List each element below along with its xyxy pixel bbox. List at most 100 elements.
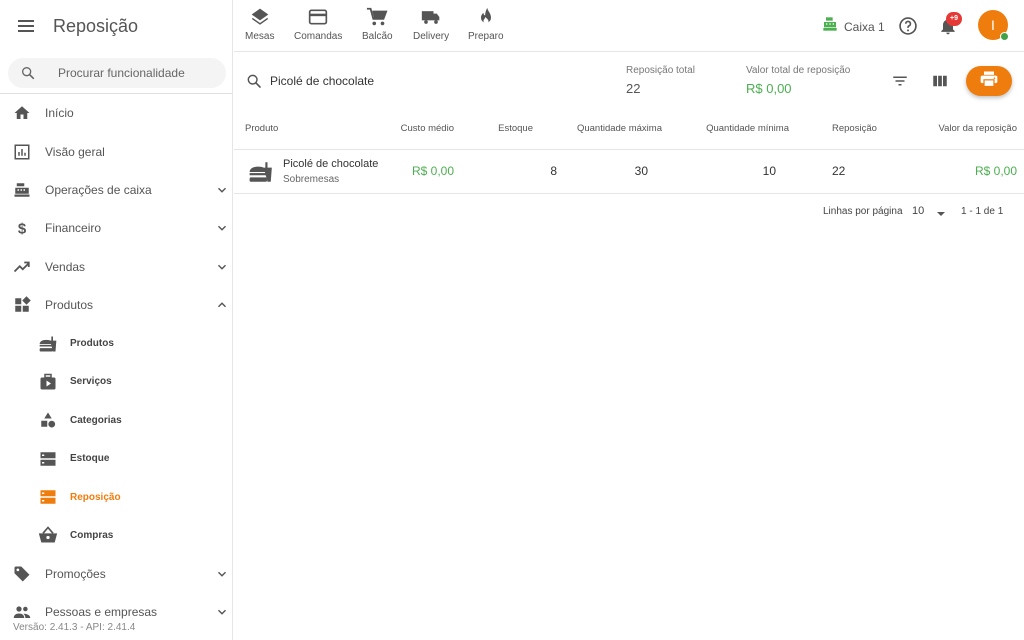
- sidebar-item-visao-geral[interactable]: Visão geral: [0, 132, 232, 170]
- column-header-quantidade-maxima[interactable]: Quantidade máxima: [577, 123, 662, 134]
- svg-text:$: $: [18, 221, 27, 238]
- top-bar: Mesas Comandas Balcão Delivery Preparo C…: [234, 0, 1024, 52]
- cash-register-icon: [12, 180, 32, 200]
- sidebar-subitem-categorias[interactable]: Categorias: [0, 401, 232, 439]
- quick-action-label: Comandas: [294, 31, 343, 42]
- table-row[interactable]: Picolé de chocolate Sobremesas R$ 0,00 8…: [234, 150, 1024, 194]
- fire-icon: [475, 6, 497, 28]
- cash-register-icon: [822, 16, 838, 37]
- sidebar-item-label: Reposição: [70, 491, 121, 503]
- video-box-icon: [38, 372, 58, 392]
- sidebar-item-label: Serviços: [70, 376, 112, 388]
- stat-value: R$ 0,00: [746, 81, 792, 96]
- card-icon: [307, 6, 329, 28]
- sidebar-item-label: Produtos: [45, 298, 94, 313]
- shapes-icon: [38, 410, 58, 430]
- sidebar-item-label: Vendas: [45, 259, 86, 274]
- cell-quantidade-maxima: 30: [634, 164, 648, 178]
- column-header-custo-medio[interactable]: Custo médio: [401, 123, 454, 134]
- stat-reposicao-total: Reposição total 22: [626, 65, 695, 96]
- chevron-down-icon: [215, 221, 229, 235]
- dashboard-icon: [12, 295, 32, 315]
- column-header-quantidade-minima[interactable]: Quantidade mínima: [706, 123, 789, 134]
- print-button[interactable]: [966, 66, 1012, 96]
- caixa-selector[interactable]: Caixa 1: [822, 16, 885, 37]
- stat-value: 22: [626, 81, 641, 96]
- sidebar-subitem-reposicao[interactable]: Reposição: [0, 478, 232, 516]
- sidebar-item-label: Início: [45, 106, 74, 121]
- cell-estoque: 8: [550, 164, 557, 178]
- sidebar: Reposição Início Visão geral Operações d…: [0, 0, 233, 640]
- sidebar-item-label: Operações de caixa: [45, 182, 152, 197]
- online-status-indicator: [1000, 32, 1009, 41]
- tag-icon: [12, 564, 32, 584]
- sidebar-item-label: Promoções: [45, 566, 106, 581]
- search-icon: [20, 65, 36, 81]
- sidebar-header: Reposição: [0, 0, 232, 52]
- cell-quantidade-minima: 10: [762, 164, 776, 178]
- truck-icon: [420, 6, 442, 28]
- basket-icon: [38, 525, 58, 545]
- column-header-estoque[interactable]: Estoque: [498, 123, 533, 134]
- print-icon: [979, 69, 999, 94]
- table-header: Produto Custo médio Estoque Quantidade m…: [234, 110, 1024, 150]
- quick-action-comandas[interactable]: Comandas: [294, 6, 342, 42]
- cell-valor-da-reposicao: R$ 0,00: [974, 164, 1017, 178]
- fastfood-icon: [248, 159, 274, 185]
- storage-icon: [38, 449, 58, 469]
- trending-up-icon: [12, 257, 32, 277]
- home-icon: [12, 103, 32, 123]
- people-icon: [12, 602, 32, 622]
- sidebar-item-operacoes-de-caixa[interactable]: Operações de caixa: [0, 171, 232, 209]
- sidebar-subitem-servicos[interactable]: Serviços: [0, 363, 232, 401]
- dollar-icon: $: [12, 218, 32, 238]
- toolbar: Reposição total 22 Valor total de reposi…: [234, 52, 1024, 110]
- quick-action-preparo[interactable]: Preparo: [468, 6, 504, 42]
- caixa-label: Caixa 1: [844, 19, 885, 34]
- menu-icon[interactable]: [16, 16, 36, 36]
- sidebar-item-promocoes[interactable]: Promoções: [0, 555, 232, 593]
- rows-per-page-value: 10: [912, 205, 925, 217]
- table-search-input[interactable]: [270, 74, 470, 88]
- sidebar-item-inicio[interactable]: Início: [0, 94, 232, 132]
- stat-label: Valor total de reposição: [746, 65, 851, 76]
- rows-per-page-select[interactable]: 10: [912, 205, 946, 217]
- sidebar-search-input[interactable]: [58, 65, 218, 80]
- page-title: Reposição: [53, 15, 139, 36]
- sidebar-subitem-produtos[interactable]: Produtos: [0, 324, 232, 362]
- column-header-produto[interactable]: Produto: [245, 123, 278, 134]
- sidebar-item-label: Pessoas e empresas: [45, 605, 158, 620]
- columns-icon[interactable]: [930, 71, 950, 91]
- column-header-reposicao[interactable]: Reposição: [832, 123, 877, 134]
- sidebar-item-financeiro[interactable]: $ Financeiro: [0, 209, 232, 247]
- sidebar-item-produtos[interactable]: Produtos: [0, 286, 232, 324]
- product-name: Picolé de chocolate: [283, 158, 379, 170]
- table-search: [246, 73, 470, 89]
- chevron-down-icon: [215, 605, 229, 619]
- quick-action-balcao[interactable]: Balcão: [362, 6, 393, 42]
- help-icon[interactable]: [898, 16, 918, 36]
- chevron-down-icon: [215, 567, 229, 581]
- filter-icon[interactable]: [890, 71, 910, 91]
- dropdown-arrow-icon: [936, 206, 946, 216]
- quick-action-delivery[interactable]: Delivery: [413, 6, 449, 42]
- chevron-down-icon: [215, 260, 229, 274]
- layers-icon: [249, 6, 271, 28]
- pagination-range: 1 - 1 de 1: [961, 206, 1004, 217]
- sidebar-subitem-estoque[interactable]: Estoque: [0, 440, 232, 478]
- sidebar-search: [0, 52, 232, 94]
- sidebar-item-label: Visão geral: [45, 144, 105, 159]
- sidebar-item-vendas[interactable]: Vendas: [0, 248, 232, 286]
- sidebar-item-label: Financeiro: [45, 221, 102, 236]
- search-icon: [246, 73, 262, 89]
- quick-action-mesas[interactable]: Mesas: [245, 6, 274, 42]
- column-header-valor-da-reposicao[interactable]: Valor da reposição: [938, 123, 1017, 134]
- sidebar-subitem-compras[interactable]: Compras: [0, 516, 232, 554]
- sidebar-item-label: Compras: [70, 529, 114, 541]
- sidebar-item-label: Estoque: [70, 453, 110, 465]
- sidebar-item-label: Produtos: [70, 338, 114, 350]
- fastfood-icon: [38, 334, 58, 354]
- bar-chart-icon: [12, 142, 32, 162]
- main-content: Reposição total 22 Valor total de reposi…: [234, 52, 1024, 640]
- sidebar-item-label: Categorias: [70, 414, 122, 426]
